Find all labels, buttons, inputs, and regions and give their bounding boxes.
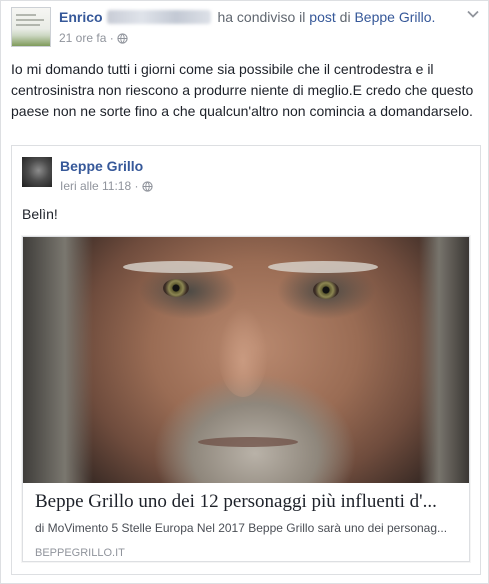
globe-icon[interactable]: [142, 181, 153, 192]
link-attachment[interactable]: Beppe Grillo uno dei 12 personaggi più i…: [22, 236, 470, 562]
post-header: Enrico ha condiviso il post di Beppe Gri…: [59, 9, 435, 25]
source-page-link[interactable]: Beppe Grillo.: [354, 9, 435, 25]
article-description: di MoVimento 5 Stelle Europa Nel 2017 Be…: [35, 521, 448, 535]
post-meta: 21 ore fa ·: [59, 31, 128, 45]
shared-author-name[interactable]: Beppe Grillo: [60, 158, 143, 174]
globe-icon[interactable]: [117, 33, 128, 44]
post-timestamp[interactable]: 21 ore fa: [59, 31, 106, 45]
article-image[interactable]: [23, 237, 469, 483]
article-title[interactable]: Beppe Grillo uno dei 12 personaggi più i…: [35, 491, 459, 513]
shared-label: ha condiviso il: [217, 9, 306, 25]
redacted-surname: [106, 10, 211, 24]
shared-post-meta: Ieri alle 11:18 ·: [60, 179, 153, 193]
post-link[interactable]: post: [309, 9, 335, 25]
shared-post-text: Belìn!: [22, 206, 58, 222]
shared-author-avatar[interactable]: [22, 157, 52, 187]
chevron-down-icon[interactable]: [466, 7, 480, 21]
author-name[interactable]: Enrico: [59, 9, 103, 25]
meta-separator: ·: [109, 31, 114, 45]
shared-post: Beppe Grillo Ieri alle 11:18 · Belìn! Be…: [11, 145, 481, 575]
meta-separator: ·: [134, 179, 139, 193]
article-info[interactable]: Beppe Grillo uno dei 12 personaggi più i…: [35, 491, 459, 559]
feed-post: Enrico ha condiviso il post di Beppe Gri…: [0, 0, 489, 584]
article-domain: BEPPEGRILLO.IT: [35, 547, 125, 559]
shared-post-timestamp[interactable]: Ieri alle 11:18: [60, 179, 131, 193]
post-message: Io mi domando tutti i giorni come sia po…: [11, 61, 474, 119]
of-label: di: [339, 9, 351, 25]
author-avatar[interactable]: [11, 7, 51, 47]
